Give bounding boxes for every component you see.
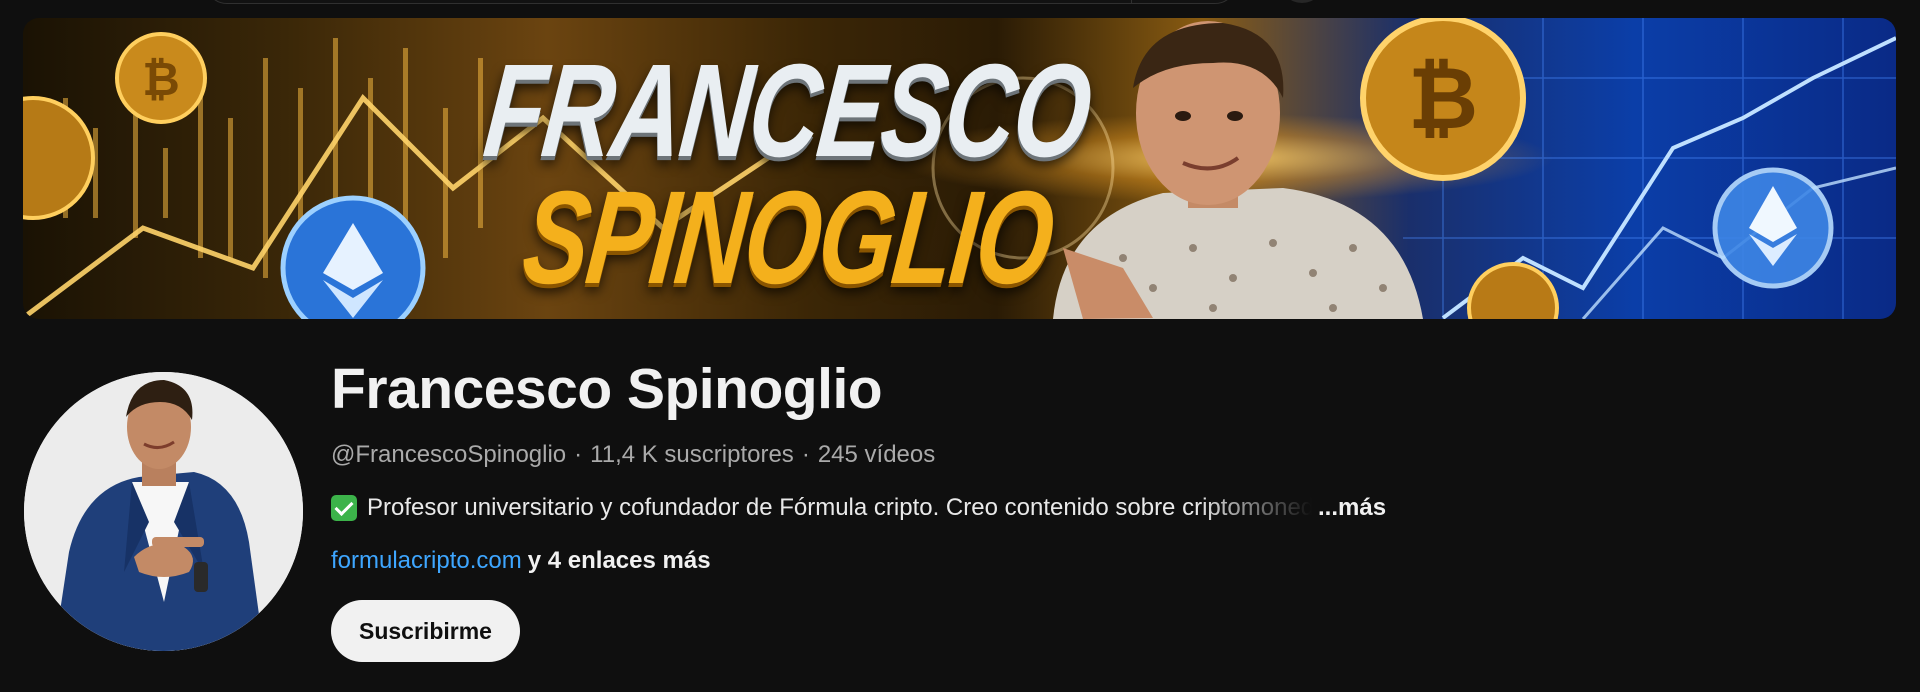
banner-title: FRANCESCO SPINOGLIO	[466, 35, 1097, 312]
avatar-photo	[24, 372, 303, 651]
channel-name: Francesco Spinoglio	[331, 357, 883, 421]
subscriber-count: 11,4 K suscriptores	[590, 441, 794, 468]
channel-meta: @FrancescoSpinoglio · 11,4 K suscriptores ·…	[331, 441, 935, 469]
banner-title-line1: FRANCESCO	[478, 35, 1097, 185]
website-link[interactable]: formulacripto.com	[331, 547, 522, 574]
more-links-button[interactable]: y 4 enlaces más	[528, 547, 711, 574]
search-divider	[1131, 0, 1132, 3]
subscribe-button[interactable]: Suscribirme	[331, 600, 520, 662]
banner-title-line2: SPINOGLIO	[516, 162, 1060, 312]
voice-search-button[interactable]	[1280, 0, 1324, 3]
channel-handle: @FrancescoSpinoglio	[331, 441, 567, 468]
description-more-link[interactable]: ...más	[1318, 494, 1386, 522]
channel-links: formulacripto.com y 4 enlaces más	[331, 547, 711, 575]
meta-separator: ·	[801, 441, 810, 468]
video-count: 245 vídeos	[817, 441, 936, 468]
meta-separator: ·	[574, 441, 583, 468]
channel-description[interactable]: Profesor universitario y cofundador de F…	[331, 494, 1386, 522]
svg-text:₿: ₿	[142, 52, 180, 106]
check-mark-icon	[331, 495, 357, 521]
channel-avatar[interactable]	[24, 372, 303, 651]
description-text: Profesor universitario y cofundador de F…	[367, 494, 1312, 521]
channel-banner: ₿ ₿ FRANCESCO SPINOGLIO	[23, 18, 1896, 319]
svg-text:₿: ₿	[1408, 49, 1478, 149]
search-bar[interactable]	[205, 0, 1237, 4]
